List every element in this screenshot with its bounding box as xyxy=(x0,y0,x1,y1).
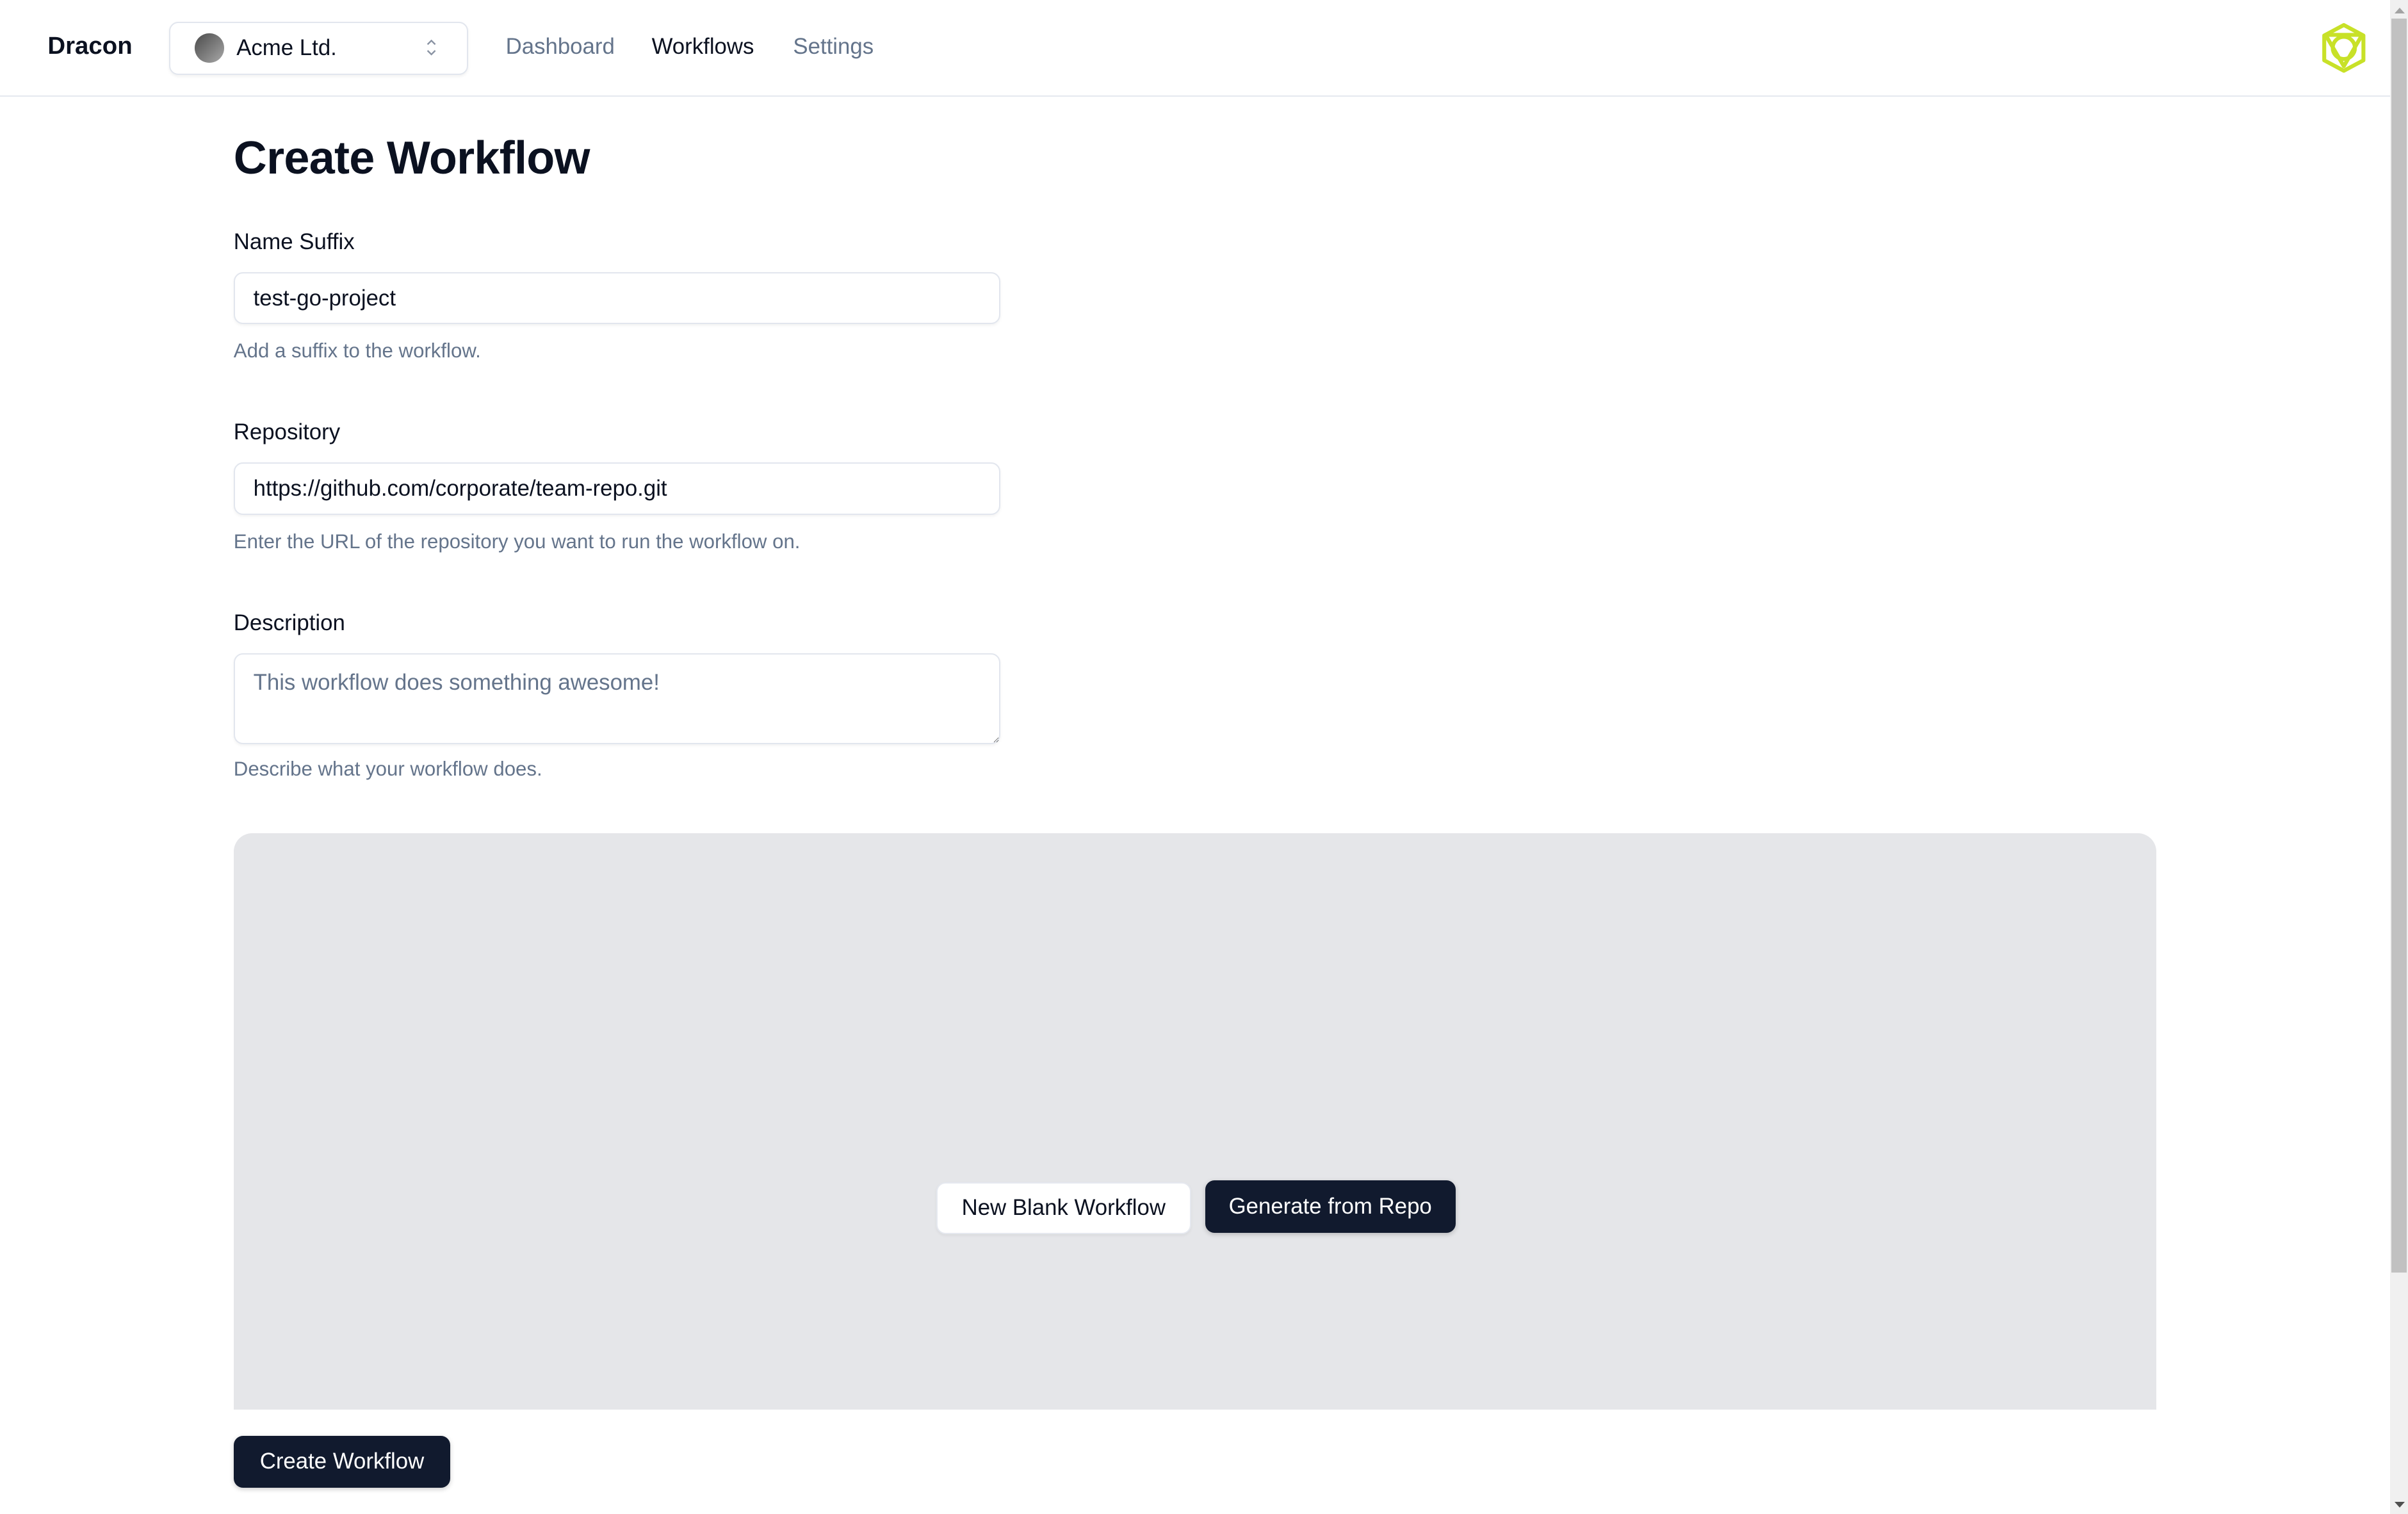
repository-label: Repository xyxy=(233,419,341,445)
create-workflow-button[interactable]: Create Workflow xyxy=(233,1435,451,1488)
name-suffix-input[interactable] xyxy=(233,272,1001,325)
brand-name[interactable]: Dracon xyxy=(47,32,132,60)
chevron-up-down-icon xyxy=(427,39,436,56)
nav-workflows[interactable]: Workflows xyxy=(652,34,754,60)
scrollbar-thumb[interactable] xyxy=(2391,18,2407,1273)
scroll-up-arrow-icon[interactable] xyxy=(2395,8,2405,13)
generate-from-repo-button[interactable]: Generate from Repo xyxy=(1205,1180,1456,1233)
hexagon-logo-icon[interactable] xyxy=(2318,22,2370,74)
repository-input[interactable] xyxy=(233,462,1001,515)
nav-dashboard[interactable]: Dashboard xyxy=(506,34,615,60)
new-blank-workflow-button[interactable]: New Blank Workflow xyxy=(936,1182,1191,1235)
name-suffix-label: Name Suffix xyxy=(233,229,355,254)
scroll-down-arrow-icon[interactable] xyxy=(2395,1502,2405,1508)
app-root: Dracon Acme Ltd. Dashboard Workflows Set… xyxy=(0,0,2408,1514)
top-navbar: Dracon Acme Ltd. Dashboard Workflows Set… xyxy=(0,0,2390,97)
description-textarea[interactable] xyxy=(233,653,1001,744)
page-scrollbar[interactable] xyxy=(2390,0,2408,1514)
name-suffix-helper: Add a suffix to the workflow. xyxy=(233,339,481,362)
nav-settings[interactable]: Settings xyxy=(793,34,874,60)
repository-helper: Enter the URL of the repository you want… xyxy=(233,530,801,553)
org-switcher[interactable]: Acme Ltd. xyxy=(169,21,469,75)
page-title: Create Workflow xyxy=(233,133,590,184)
description-label: Description xyxy=(233,610,345,635)
org-avatar xyxy=(195,33,224,63)
description-helper: Describe what your workflow does. xyxy=(233,758,542,781)
org-name: Acme Ltd. xyxy=(236,35,337,60)
workflow-canvas[interactable]: New Blank Workflow Generate from Repo xyxy=(233,833,2157,1410)
